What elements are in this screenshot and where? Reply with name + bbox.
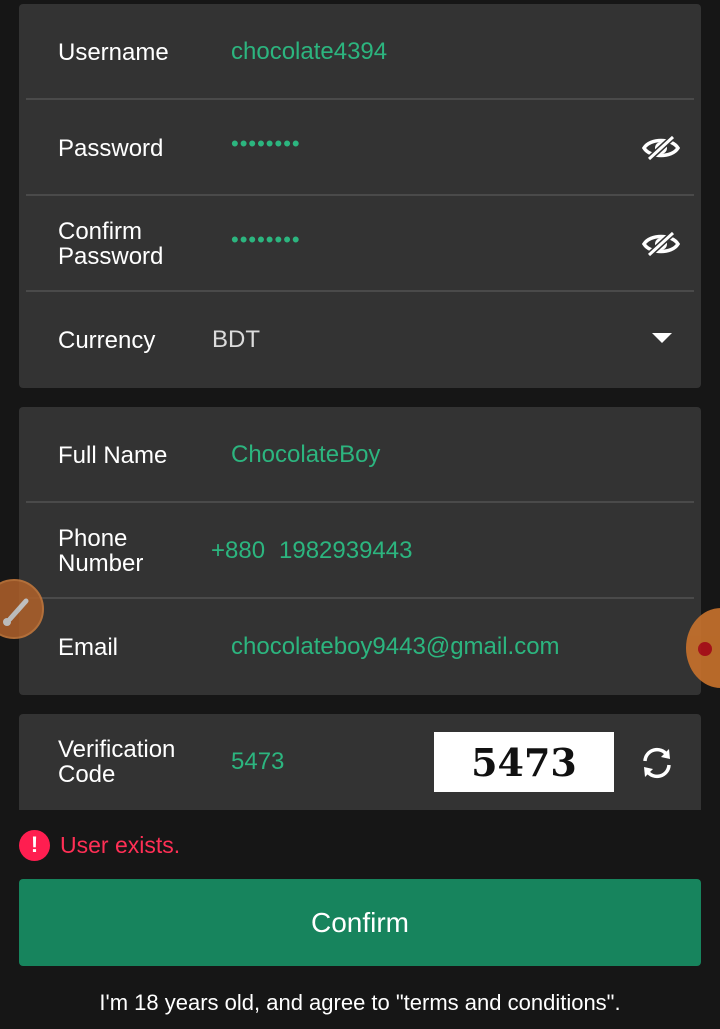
refresh-icon[interactable] [640,746,674,780]
verification-card: Verification Code 5473 5473 [19,714,701,810]
password-label: Password [58,134,164,162]
error-text: User exists. [60,831,181,858]
confirm-password-input[interactable]: •••••••• [231,192,301,288]
confirm-button[interactable]: Confirm [19,879,701,966]
error-icon: ! [19,829,50,861]
brush-icon [3,598,29,626]
eye-off-icon[interactable] [642,134,680,162]
profile-card: Full Name ChocolateBoy Phone Number +880 … [19,407,701,695]
phone-country-code[interactable]: +880 [211,503,265,599]
phone-input[interactable]: 1982939443 [279,503,412,599]
confirm-password-label: Confirm Password [58,218,164,270]
floating-brush-button[interactable] [0,579,44,639]
verification-row[interactable]: Verification Code 5473 5473 [26,714,694,810]
username-input[interactable]: chocolate4394 [231,4,387,100]
captcha-image: 5473 [434,732,614,792]
eye-off-icon[interactable] [642,230,680,258]
fullname-row[interactable]: Full Name ChocolateBoy [26,407,694,503]
fullname-label: Full Name [58,441,168,469]
password-input[interactable]: •••••••• [231,96,301,192]
confirm-password-row[interactable]: Confirm Password •••••••• [26,196,694,292]
email-input[interactable]: chocolateboy9443@gmail.com [231,599,560,695]
username-row[interactable]: Username chocolate4394 [26,4,694,100]
chevron-down-icon[interactable] [652,333,672,343]
account-card: Username chocolate4394 Password ••••••••… [19,4,701,388]
fullname-input[interactable]: ChocolateBoy [231,407,380,503]
email-label: Email [58,633,119,661]
currency-row[interactable]: Currency BDT [26,292,694,388]
terms-text: I'm 18 years old, and agree to "terms an… [99,990,621,1015]
currency-select[interactable]: BDT [212,292,260,388]
verification-label: Verification Code [58,736,176,788]
phone-row[interactable]: Phone Number +880 1982939443 [26,503,694,599]
password-row[interactable]: Password •••••••• [26,100,694,196]
email-row[interactable]: Email chocolateboy9443@gmail.com [26,599,694,695]
error-message: ! User exists. [19,828,180,862]
currency-label: Currency [58,326,156,354]
verification-input[interactable]: 5473 [231,714,284,810]
record-icon [698,642,712,656]
phone-label: Phone Number [58,525,144,577]
username-label: Username [58,38,169,66]
